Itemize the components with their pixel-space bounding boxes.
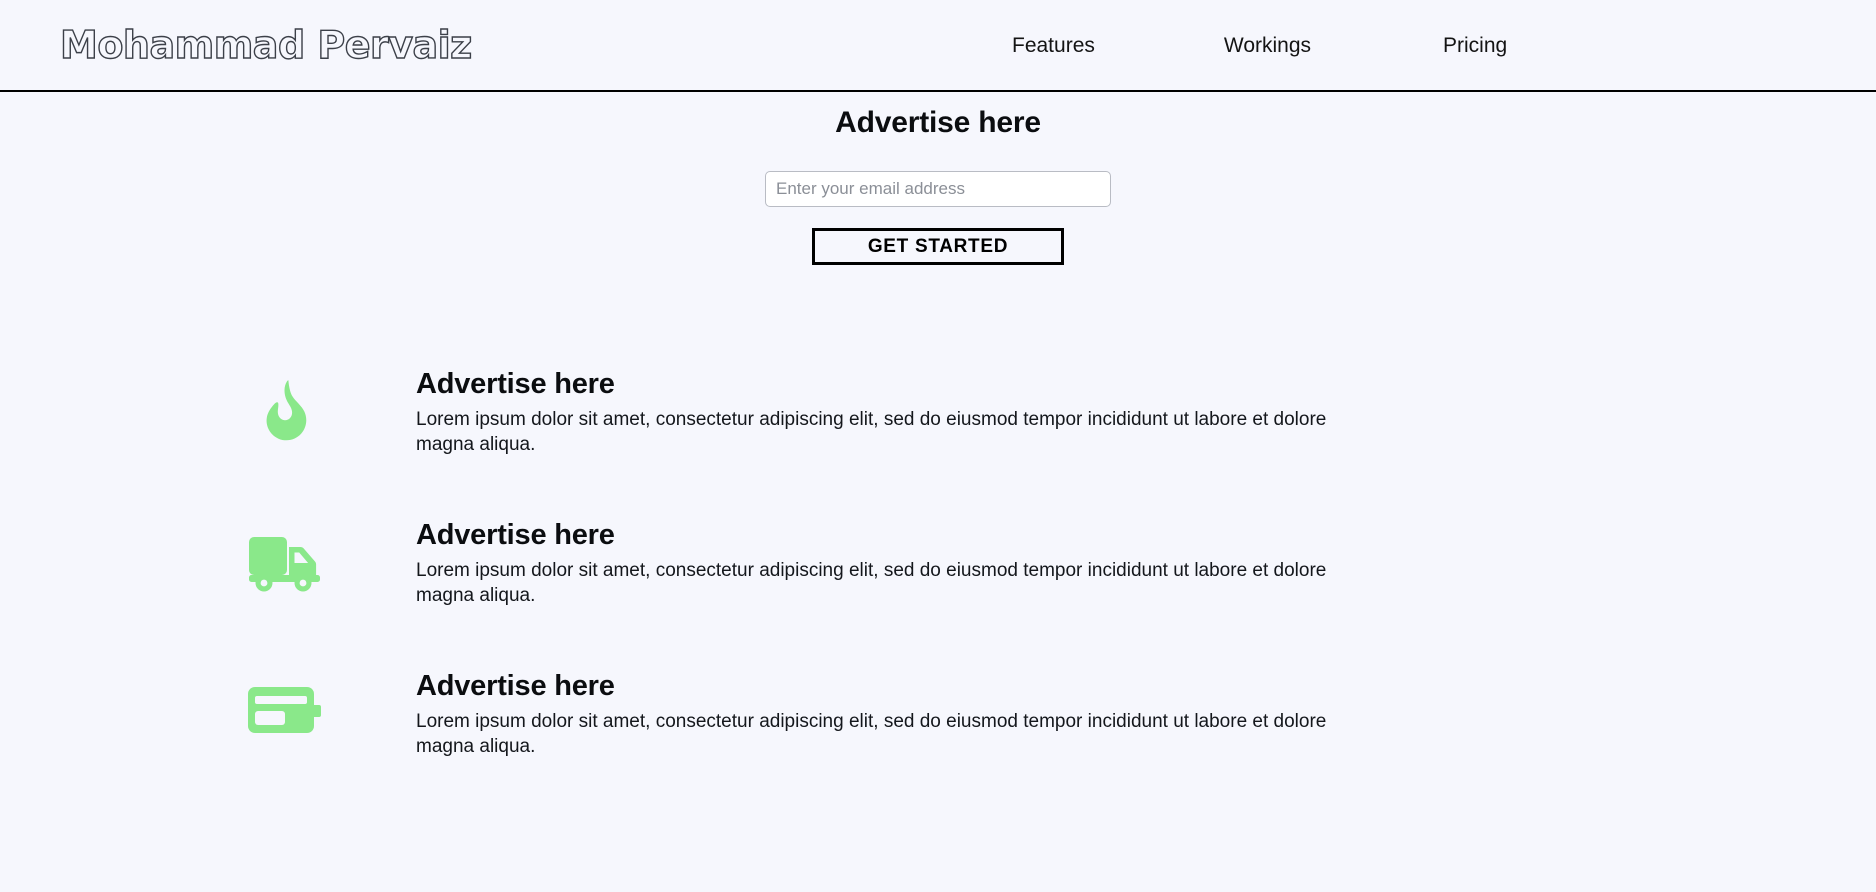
nav-link-pricing[interactable]: Pricing	[1441, 28, 1509, 64]
nav-link-workings[interactable]: Workings	[1222, 28, 1313, 64]
credit-card-icon	[246, 675, 324, 753]
feature-title: Advertise here	[416, 368, 615, 400]
hero-section: Advertise here GET STARTED	[0, 92, 1876, 265]
feature-description: Lorem ipsum dolor sit amet, consectetur …	[416, 710, 1327, 757]
feature-description: Lorem ipsum dolor sit amet, consectetur …	[416, 409, 1327, 456]
feature-body: Advertise here Lorem ipsum dolor sit ame…	[324, 667, 1366, 760]
feature-item: Advertise here Lorem ipsum dolor sit ame…	[246, 667, 1816, 760]
email-input[interactable]	[765, 171, 1111, 207]
feature-item: Advertise here Lorem ipsum dolor sit ame…	[246, 365, 1816, 458]
flame-icon	[246, 373, 324, 451]
feature-body: Advertise here Lorem ipsum dolor sit ame…	[324, 516, 1366, 609]
nav-link-features[interactable]: Features	[1010, 28, 1097, 64]
feature-item: Advertise here Lorem ipsum dolor sit ame…	[246, 516, 1816, 609]
feature-title: Advertise here	[416, 669, 615, 702]
site-header: Mohammad Pervaiz Features Workings Prici…	[0, 0, 1876, 92]
main-nav: Features Workings Pricing	[1010, 0, 1509, 92]
feature-body: Advertise here Lorem ipsum dolor sit ame…	[324, 365, 1366, 458]
features-section: Advertise here Lorem ipsum dolor sit ame…	[0, 365, 1876, 759]
feature-title: Advertise here	[416, 518, 615, 551]
hero-title: Advertise here	[835, 106, 1041, 139]
delivery-truck-icon	[246, 524, 324, 602]
feature-description: Lorem ipsum dolor sit amet, consectetur …	[416, 559, 1327, 607]
brand-logo[interactable]: Mohammad Pervaiz	[59, 25, 473, 64]
get-started-button[interactable]: GET STARTED	[812, 228, 1064, 265]
